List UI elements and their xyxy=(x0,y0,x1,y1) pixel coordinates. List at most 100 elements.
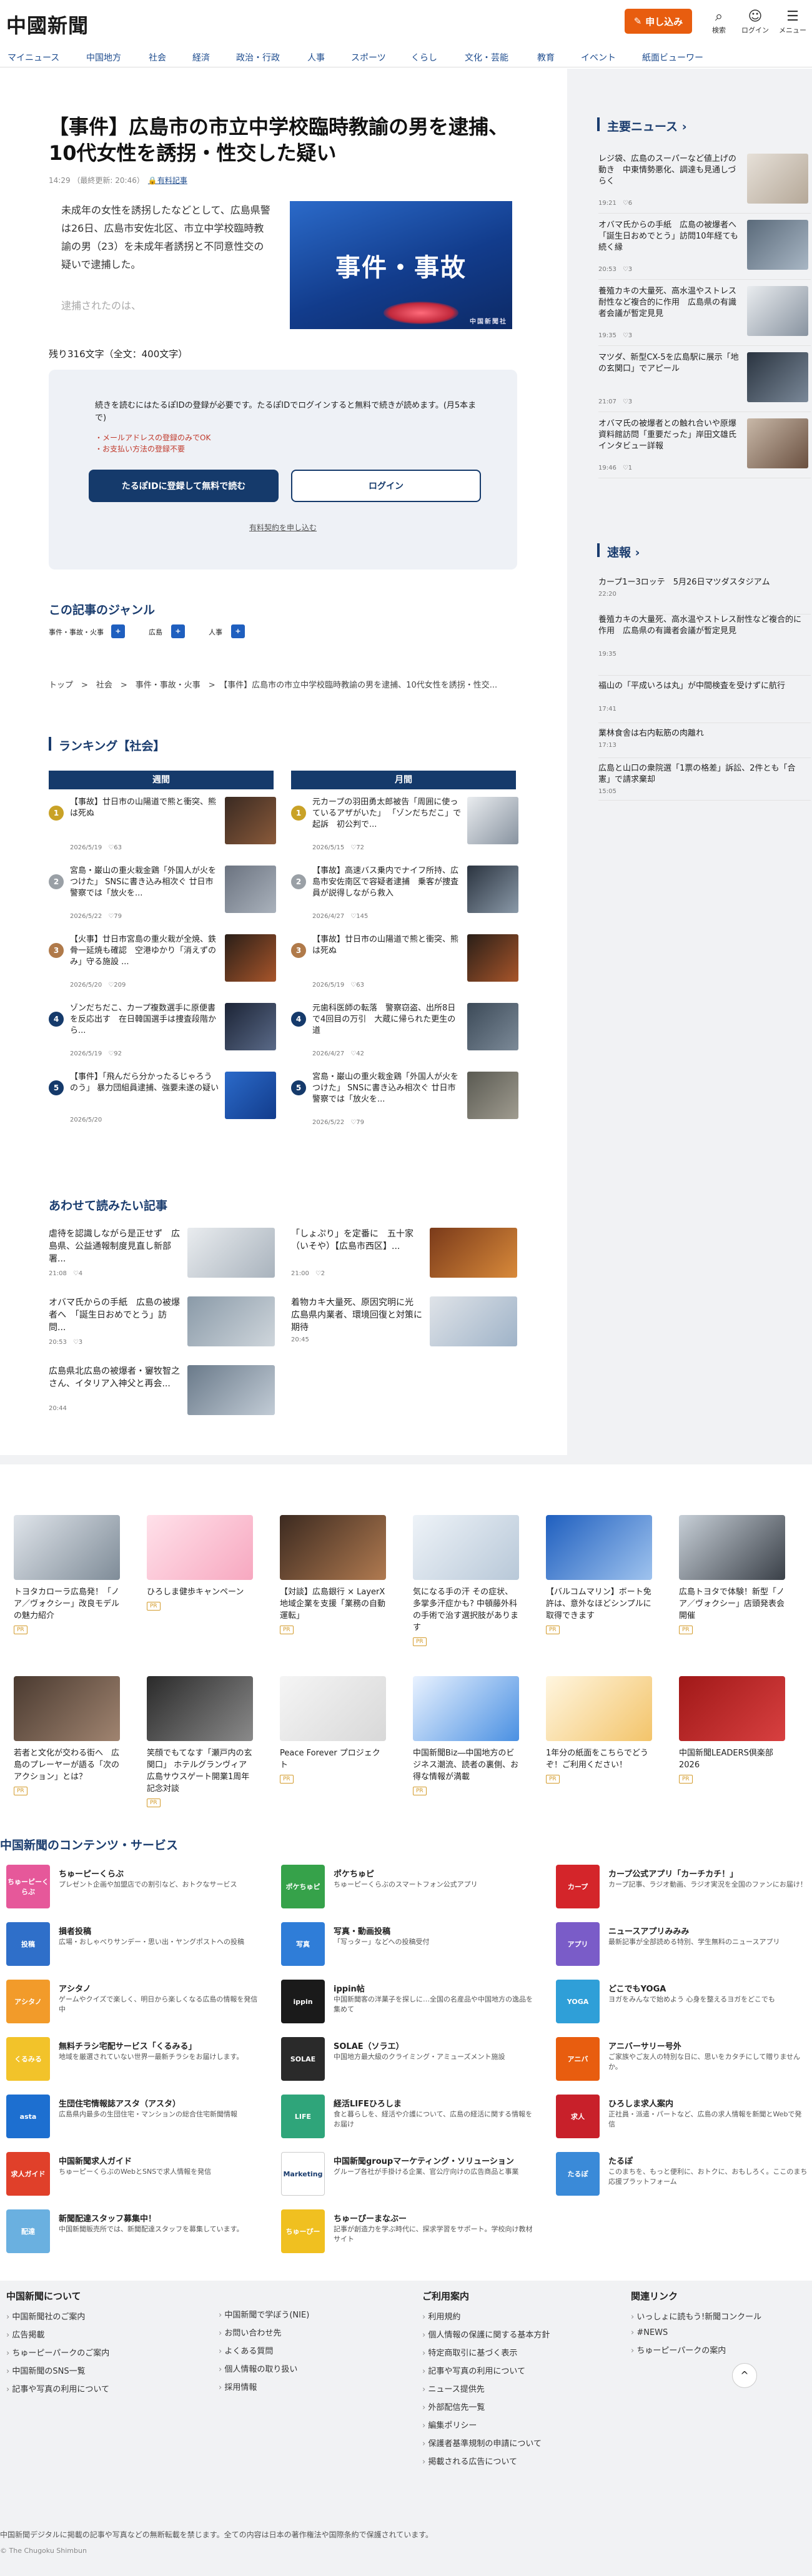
promo-thumbnail[interactable] xyxy=(413,1515,519,1580)
nav-item[interactable]: マイニュース xyxy=(7,51,59,64)
ranking-item[interactable]: 5 【事件】「飛んだら分かったるじゃろうのう」 暴力団組員逮捕、強要未遂の疑い 20… xyxy=(49,1072,280,1139)
promo-thumbnail[interactable] xyxy=(147,1676,253,1741)
ranking-thumbnail[interactable] xyxy=(467,1003,518,1050)
main-news-item[interactable]: レジ袋、広島のスーパーなど値上げの動き 中東情勢悪化、調達も見通しづらく 19:2… xyxy=(598,154,811,214)
promo-title[interactable]: 中国新聞Biz―中国地方のビジネス潮流、読者の裏側、お得な情報が満載 xyxy=(413,1747,519,1783)
ranking-thumbnail[interactable] xyxy=(225,1003,276,1050)
service-item[interactable]: アプリ ニュースアプリみみみ 最新記事が全部読める特別、学生無料のニュースアプリ xyxy=(556,1922,812,1972)
promo-thumbnail[interactable] xyxy=(14,1515,120,1580)
footer-link[interactable]: 保護者基準規制の申請について xyxy=(422,2437,550,2449)
flash-news-title-text[interactable]: 養殖カキの大量死、高水温やストレス耐性など複合的に作用 広島県の有識者会議が暫定… xyxy=(598,614,805,637)
flash-news-item[interactable]: 広島と山口の衆院選「1票の格差」訴訟、2件とも「合憲」で請求棄却 15:05 xyxy=(598,763,811,801)
promo-thumbnail[interactable] xyxy=(679,1676,785,1741)
service-logo-icon[interactable]: 求人ガイド xyxy=(6,2152,50,2196)
footer-link[interactable]: 個人情報の保護に関する基本方針 xyxy=(422,2328,550,2340)
flash-news-title-text[interactable]: 福山の「平成いろは丸」が中間検査を受けずに航行 xyxy=(598,681,805,692)
recommend-thumbnail[interactable] xyxy=(430,1228,517,1278)
service-logo-icon[interactable]: ポケちゅピ xyxy=(281,1865,325,1908)
service-item[interactable]: アニバ アニバーサリー号外 ご家族やご友人の特別な日に、思いをカタチにして贈りません… xyxy=(556,2037,812,2087)
footer-link[interactable]: お問い合わせ先 xyxy=(219,2326,309,2338)
service-name[interactable]: 写真・動画投稿 xyxy=(334,1925,390,1937)
promo-title[interactable]: 若者と文化が交わる街へ 広島のプレーヤーが語る「次のアクション」とは？ xyxy=(14,1747,120,1783)
footer-link[interactable]: 編集ポリシー xyxy=(422,2419,550,2430)
main-news-title-text[interactable]: オバマ氏からの手紙 広島の被爆者へ「誕生日おめでとう」訪問10年経ても続く縁 xyxy=(598,220,740,254)
footer-link[interactable]: 中国新聞のSNS一覧 xyxy=(6,2364,109,2376)
nav-item[interactable]: くらし xyxy=(411,51,437,64)
nav-item[interactable]: 教育 xyxy=(537,51,555,64)
promo-title[interactable]: 1年分の紙面をこちらでどうぞ！ご利用ください！ xyxy=(546,1747,652,1771)
footer-link[interactable]: ニュース提供先 xyxy=(422,2382,550,2394)
main-news-title-text[interactable]: レジ袋、広島のスーパーなど値上げの動き 中東情勢悪化、調達も見通しづらく xyxy=(598,154,740,187)
promo-thumbnail[interactable] xyxy=(14,1676,120,1741)
flash-news-item[interactable]: 福山の「平成いろは丸」が中間検査を受けずに航行 17:41 xyxy=(598,681,811,723)
service-logo-icon[interactable]: SOLAE xyxy=(281,2037,325,2081)
recommend-item[interactable]: 「しょぷり」を定番に 五十家（いそや）【広島市西区】... 21:00 ♡2 xyxy=(291,1228,528,1284)
ranking-item-title[interactable]: 【事故】高速バス乗内でナイフ所持、広島市安佐南区で容疑者逮捕 乗客が捜査員が説得… xyxy=(312,866,462,899)
service-logo-icon[interactable]: ちゅーピーくらぶ xyxy=(6,1865,50,1908)
promo-title[interactable]: 【バルコムマリン】ボート免許は、意外なほどシンプルに取得できます xyxy=(546,1586,652,1622)
ranking-item-title[interactable]: 宮島・巌山の重火栽金鶏「外国人が火をつけた」 SNSに書き込み相次ぐ 廿日市警察… xyxy=(312,1072,462,1105)
follow-plus-icon[interactable]: + xyxy=(231,624,245,638)
service-logo-icon[interactable]: たるぽ xyxy=(556,2152,600,2196)
service-name[interactable]: カープ公式アプリ「カーチカチ！」 xyxy=(608,1867,738,1879)
footer-link[interactable]: 広告掲載 xyxy=(6,2328,109,2340)
breadcrumb[interactable]: トップ > 社会 > 事件・事故・火事 > 【事件】広島市の市立中学校臨時教諭の… xyxy=(49,678,497,690)
footer-link[interactable]: ちゅーピーパークのご案内 xyxy=(6,2346,109,2358)
main-news-title-text[interactable]: オバマ氏の被爆者との触れ合いや原爆資料館訪問「重要だった」岸田文雄氏インタビュー… xyxy=(598,418,740,452)
service-name[interactable]: 新聞配達スタッフ募集中！ xyxy=(59,2212,156,2224)
promo-thumbnail[interactable] xyxy=(546,1515,652,1580)
footer-link[interactable]: 特定商取引に基づく表示 xyxy=(422,2346,550,2358)
recommend-thumbnail[interactable] xyxy=(187,1296,275,1346)
register-button[interactable]: たるぽIDに登録して無料で読む xyxy=(89,470,279,502)
main-news-item[interactable]: オバマ氏の被爆者との触れ合いや原爆資料館訪問「重要だった」岸田文雄氏インタビュー… xyxy=(598,418,811,478)
flash-news-title-text[interactable]: 業林食舎は右内転筋の肉離れ xyxy=(598,728,805,739)
promo-title[interactable]: トヨタカローラ広島発！「ノア／ヴォクシー」改良モデルの魅力紹介 xyxy=(14,1586,120,1622)
ranking-item[interactable]: 3 【火事】廿日市宮島の重火栽が全焼、鉄骨一延焼も確認 空港ゆかり「消えずのみ」守… xyxy=(49,934,280,1002)
service-name[interactable]: ちゅーピーくらぶ xyxy=(59,1867,124,1879)
service-logo-icon[interactable]: ippin xyxy=(281,1980,325,2023)
promo-card[interactable]: 気になる手の汗 その症状、多掌多汗症かも? 中頓藤外科の手術で治す選択肢がありま… xyxy=(413,1515,519,1646)
footer-link[interactable]: 記事や写真の利用について xyxy=(422,2364,550,2376)
recommend-item-title[interactable]: 虐待を認識しながら是正せず 広島県、公益通報制度見直し新部署... xyxy=(49,1228,180,1265)
flash-news-title[interactable]: 速報 › xyxy=(607,543,640,560)
footer-link[interactable]: 記事や写真の利用について xyxy=(6,2382,109,2394)
service-name[interactable]: ポケちゅピ xyxy=(334,1867,374,1879)
main-news-title-text[interactable]: マツダ、新型CX-5を広島駅に展示「地の玄関口」でアピール xyxy=(598,352,740,375)
service-item[interactable]: 求人 ひろしま求人案内 正社員・派遣・パートなど、広島の求人情報を新聞とWebで発信 xyxy=(556,2095,812,2144)
promo-title[interactable]: Peace Forever プロジェクト xyxy=(280,1747,386,1771)
recommend-item-title[interactable]: オバマ氏からの手紙 広島の被爆者へ 「誕生日おめでとう」訪問... xyxy=(49,1296,180,1334)
ranking-item[interactable]: 1 元カープの羽田勇太郎被告「周囲に使っているアザがいた」 「ゾンだちだこ」で起訴… xyxy=(291,797,522,864)
recommend-item-title[interactable]: 広島県北広島の被爆者・窶牧智之さん、イタリア入神父と再会... xyxy=(49,1365,180,1390)
footer-link[interactable]: よくある質問 xyxy=(219,2344,309,2356)
tab-monthly[interactable]: 月間 xyxy=(291,771,516,789)
ranking-item-title[interactable]: 元カープの羽田勇太郎被告「周囲に使っているアザがいた」 「ゾンだちだこ」で起訴 … xyxy=(312,797,462,831)
service-item[interactable]: ちゅーぴー ちゅーぴーまなぶー 記事が創造力を学ぶ時代に、探求学習をサポート。学校向… xyxy=(281,2209,543,2259)
footer-link[interactable]: 中国新聞社のご案内 xyxy=(6,2310,109,2322)
service-item[interactable]: ポケちゅピ ポケちゅピ ちゅーピーくらぶのスマートフォン公式アプリ xyxy=(281,1865,543,1915)
ranking-item[interactable]: 5 宮島・巌山の重火栽金鶏「外国人が火をつけた」 SNSに書き込み相次ぐ 廿日市警… xyxy=(291,1072,522,1139)
main-news-thumbnail[interactable] xyxy=(747,220,808,270)
promo-title[interactable]: 【対談】広島銀行 × LayerX 地域企業を支援「業務の自動運転」 xyxy=(280,1586,386,1622)
promo-card[interactable]: トヨタカローラ広島発！「ノア／ヴォクシー」改良モデルの魅力紹介 PR xyxy=(14,1515,120,1634)
flash-news-title-text[interactable]: カープ1ー3ロッテ 5月26日マツダスタジアム xyxy=(598,577,805,588)
main-news-item[interactable]: 養殖カキの大量死、高水温やストレス耐性など複合的に作用 広島県の有識者会議が暫定… xyxy=(598,286,811,346)
promo-thumbnail[interactable] xyxy=(280,1515,386,1580)
service-logo-icon[interactable]: LIFE xyxy=(281,2095,325,2138)
main-news-thumbnail[interactable] xyxy=(747,352,808,402)
main-news-item[interactable]: マツダ、新型CX-5を広島駅に展示「地の玄関口」でアピール 21:07 ♡3 xyxy=(598,352,811,412)
recommend-item[interactable]: 広島県北広島の被爆者・窶牧智之さん、イタリア入神父と再会... 20:44 xyxy=(49,1365,286,1421)
recommend-item[interactable]: 着物カキ大量死、原因究明に光 広島県内業者、環境回復と対策に期待 20:45 xyxy=(291,1296,528,1353)
ranking-item[interactable]: 2 宮島・巌山の重火栽金鶏「外国人が火をつけた」 SNSに書き込み相次ぐ 廿日市警… xyxy=(49,866,280,933)
ranking-item-title[interactable]: 宮島・巌山の重火栽金鶏「外国人が火をつけた」 SNSに書き込み相次ぐ 廿日市警察… xyxy=(70,866,220,899)
tab-weekly[interactable]: 週間 xyxy=(49,771,274,789)
recommend-item[interactable]: オバマ氏からの手紙 広島の被爆者へ 「誕生日おめでとう」訪問... 20:53 ♡… xyxy=(49,1296,286,1353)
ranking-thumbnail[interactable] xyxy=(467,934,518,982)
promo-thumbnail[interactable] xyxy=(147,1515,253,1580)
recommend-thumbnail[interactable] xyxy=(187,1365,275,1415)
back-to-top-button[interactable]: ^ xyxy=(732,2363,757,2388)
service-name[interactable]: ひろしま求人案内 xyxy=(608,2097,673,2109)
nav-item[interactable]: 社会 xyxy=(149,51,166,64)
promo-title[interactable]: 広島トヨタで体験！新型「ノア／ヴォクシー」店頭発表会開催 xyxy=(679,1586,785,1622)
footer-link[interactable]: ちゅーピーパークの案内 xyxy=(631,2344,761,2356)
service-name[interactable]: どこでもYOGA xyxy=(608,1982,666,1994)
